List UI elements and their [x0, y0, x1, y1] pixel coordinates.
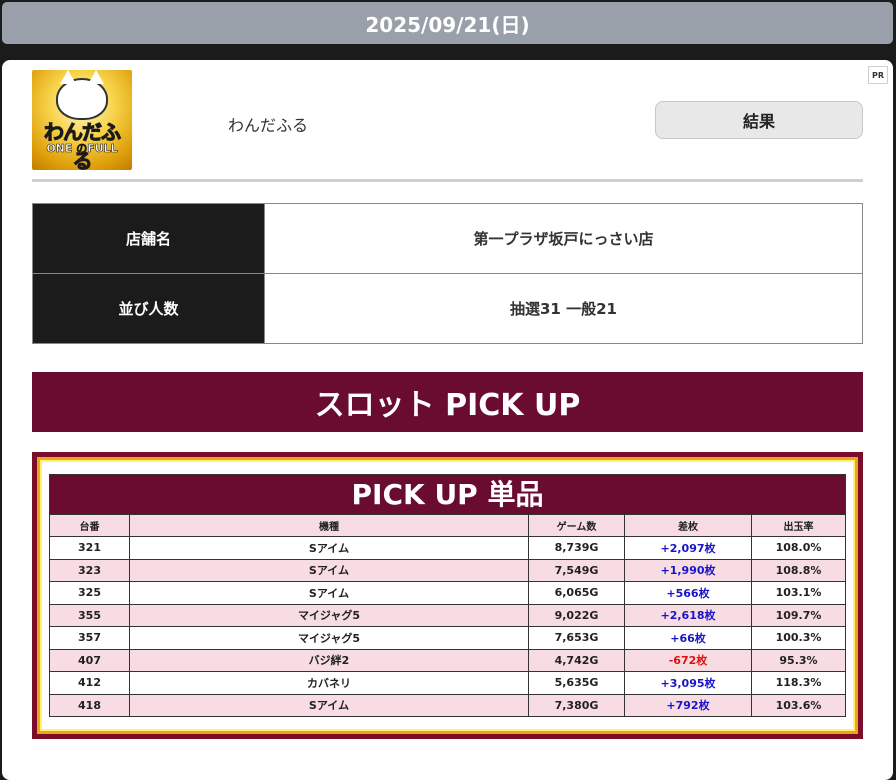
- cell-games: 9,022G: [528, 603, 625, 627]
- table-row: 418 Sアイム 7,380G +792枚 103.6%: [49, 693, 846, 717]
- cell-games: 7,653G: [528, 626, 625, 650]
- machine-name: わんだふる: [228, 116, 309, 135]
- cell-machine-no: 323: [49, 558, 130, 582]
- cell-diff: +2,097枚: [624, 536, 752, 560]
- cell-model: Sアイム: [129, 581, 529, 605]
- cell-machine-no: 412: [49, 671, 130, 695]
- cell-model: マイジャグ5: [129, 626, 529, 650]
- cell-games: 8,739G: [528, 536, 625, 560]
- cat-mascot-icon: [56, 70, 108, 120]
- cell-machine-no: 407: [49, 648, 130, 672]
- queue-label: 並び人数: [32, 273, 265, 344]
- cell-rate: 103.1%: [751, 581, 846, 605]
- cell-model: マイジャグ5: [129, 603, 529, 627]
- result-button[interactable]: 結果: [655, 101, 863, 139]
- cell-diff: +792枚: [624, 693, 752, 717]
- cell-rate: 95.3%: [751, 648, 846, 672]
- cell-model: Sアイム: [129, 558, 529, 582]
- cell-model: Sアイム: [129, 693, 529, 717]
- cell-diff: +2,618枚: [624, 603, 752, 627]
- cell-games: 7,380G: [528, 693, 625, 717]
- cell-rate: 103.6%: [751, 693, 846, 717]
- date-header: 2025/09/21(日): [2, 2, 893, 44]
- col-header-games: ゲーム数: [528, 514, 625, 537]
- table-row: 321 Sアイム 8,739G +2,097枚 108.0%: [49, 536, 846, 560]
- cell-rate: 118.3%: [751, 671, 846, 695]
- pr-badge[interactable]: PR: [868, 66, 888, 84]
- logo-subtitle: ONE のFULL: [46, 142, 118, 156]
- pickup-table: PICK UP 単品 台番 機種 ゲーム数 差枚 出玉率 321 Sアイム 8,73…: [49, 474, 846, 717]
- cell-model: Sアイム: [129, 536, 529, 560]
- store-info-table: 店舗名 第一プラザ坂戸にっさい店 並び人数 抽選31 一般21: [32, 203, 863, 344]
- cell-rate: 100.3%: [751, 626, 846, 650]
- queue-row: 並び人数 抽選31 一般21: [32, 273, 863, 344]
- cell-games: 7,549G: [528, 558, 625, 582]
- table-row: 355 マイジャグ5 9,022G +2,618枚 109.7%: [49, 603, 846, 627]
- col-header-diff: 差枚: [624, 514, 752, 537]
- table-row: 412 カバネリ 5,635G +3,095枚 118.3%: [49, 671, 846, 695]
- table-row: 323 Sアイム 7,549G +1,990枚 108.8%: [49, 558, 846, 582]
- queue-value: 抽選31 一般21: [264, 273, 863, 344]
- table-row: 357 マイジャグ5 7,653G +66枚 100.3%: [49, 626, 846, 650]
- cell-model: バジ絆2: [129, 648, 529, 672]
- col-header-model: 機種: [129, 514, 529, 537]
- cell-machine-no: 325: [49, 581, 130, 605]
- table-row: 325 Sアイム 6,065G +566枚 103.1%: [49, 581, 846, 605]
- cell-diff: +1,990枚: [624, 558, 752, 582]
- store-row: 店舗名 第一プラザ坂戸にっさい店: [32, 203, 863, 274]
- slot-pickup-banner: スロット PICK UP: [32, 372, 863, 432]
- store-value: 第一プラザ坂戸にっさい店: [264, 203, 863, 274]
- machine-card: わんだふる ONE のFULL わんだふる 結果 PR 店舗名 第一プラザ坂戸に…: [2, 60, 893, 780]
- cell-rate: 108.0%: [751, 536, 846, 560]
- cell-machine-no: 321: [49, 536, 130, 560]
- cell-rate: 109.7%: [751, 603, 846, 627]
- pickup-table-header: 台番 機種 ゲーム数 差枚 出玉率: [49, 514, 846, 537]
- cell-machine-no: 357: [49, 626, 130, 650]
- cell-games: 4,742G: [528, 648, 625, 672]
- cell-machine-no: 355: [49, 603, 130, 627]
- cell-rate: 108.8%: [751, 558, 846, 582]
- cell-diff: -672枚: [624, 648, 752, 672]
- divider: [32, 179, 863, 182]
- table-row: 407 バジ絆2 4,742G -672枚 95.3%: [49, 648, 846, 672]
- col-header-rate: 出玉率: [751, 514, 846, 537]
- cell-games: 5,635G: [528, 671, 625, 695]
- cell-diff: +566枚: [624, 581, 752, 605]
- col-header-no: 台番: [49, 514, 130, 537]
- machine-logo: わんだふる ONE のFULL: [32, 70, 132, 170]
- cell-machine-no: 418: [49, 693, 130, 717]
- store-label: 店舗名: [32, 203, 265, 274]
- cell-diff: +66枚: [624, 626, 752, 650]
- cell-model: カバネリ: [129, 671, 529, 695]
- pickup-table-title: PICK UP 単品: [49, 474, 846, 514]
- pickup-frame: PICK UP 単品 台番 機種 ゲーム数 差枚 出玉率 321 Sアイム 8,73…: [32, 452, 863, 739]
- cell-diff: +3,095枚: [624, 671, 752, 695]
- cell-games: 6,065G: [528, 581, 625, 605]
